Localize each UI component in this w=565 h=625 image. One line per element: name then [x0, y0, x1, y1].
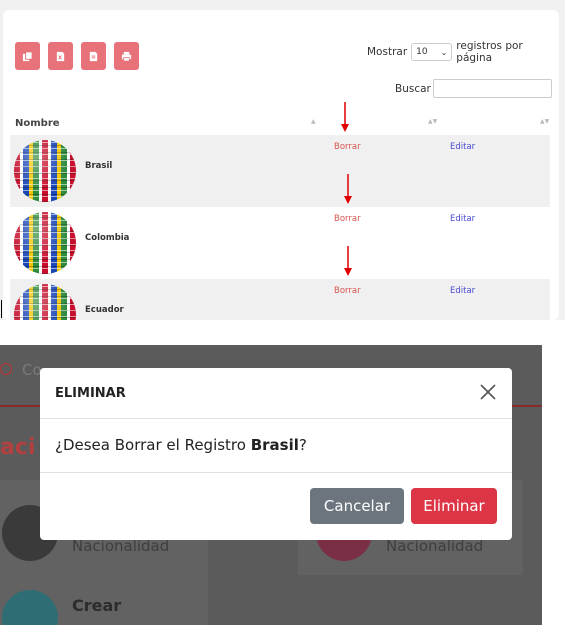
length-prefix: Mostrar	[367, 46, 408, 58]
datatable-panel: Mostrar 10 ⌄ registros por página Buscar…	[0, 0, 565, 320]
column-header-nombre[interactable]: Nombre	[15, 118, 60, 129]
delete-link[interactable]: Borrar	[334, 286, 361, 296]
datatable-card: Mostrar 10 ⌄ registros por página Buscar…	[3, 10, 559, 320]
edit-link[interactable]: Editar	[450, 214, 475, 224]
delete-link[interactable]: Borrar	[334, 214, 361, 224]
modal-title: ELIMINAR	[55, 386, 126, 401]
country-name: Colombia	[85, 233, 130, 243]
cancel-button[interactable]: Cancelar	[310, 488, 404, 524]
edit-link[interactable]: Editar	[450, 142, 475, 152]
close-icon[interactable]	[478, 382, 498, 402]
annotation-arrow-icon	[341, 102, 349, 132]
delete-confirm-modal: ELIMINAR ¿Desea Borrar el Registro Brasi…	[40, 368, 512, 540]
csv-button[interactable]	[81, 42, 106, 70]
table-row: Ecuador Borrar Editar	[10, 279, 550, 320]
copy-button[interactable]	[15, 42, 40, 70]
copy-icon	[22, 50, 33, 61]
sort-icon[interactable]: ▲	[311, 118, 316, 125]
excel-icon	[56, 51, 65, 61]
length-value: 10	[416, 47, 428, 57]
text-cursor	[1, 300, 2, 318]
background-heading: aci	[0, 435, 36, 460]
delete-link[interactable]: Borrar	[334, 142, 361, 152]
edit-link[interactable]: Editar	[450, 286, 475, 296]
table-row: Brasil Borrar Editar	[10, 135, 550, 207]
print-icon	[121, 51, 132, 61]
csv-icon	[89, 51, 98, 61]
modal-message: ¿Desea Borrar el Registro Brasil?	[55, 436, 307, 454]
sort-icon[interactable]: ▲▼	[428, 118, 437, 125]
flags-globe-image	[14, 212, 76, 274]
length-suffix: registros por página	[456, 40, 523, 64]
modal-question-prefix: ¿Desea Borrar el Registro	[55, 436, 251, 454]
length-control: Mostrar 10 ⌄ registros por página	[367, 40, 559, 64]
search-input[interactable]	[433, 79, 552, 98]
annotation-arrow-icon	[344, 246, 352, 276]
table-row: Colombia Borrar Editar	[10, 207, 550, 279]
modal-header-divider	[40, 418, 512, 419]
country-name: Ecuador	[85, 305, 124, 315]
excel-button[interactable]	[48, 42, 73, 70]
delete-button[interactable]: Eliminar	[411, 488, 497, 524]
sort-icon[interactable]: ▲▼	[540, 118, 549, 125]
chevron-down-icon: ⌄	[440, 47, 448, 57]
background-create-label: Crear	[72, 596, 122, 615]
background-window-title: Co	[22, 361, 42, 379]
annotation-arrow-icon	[344, 174, 352, 204]
modal-footer-divider	[40, 472, 512, 473]
modal-question-suffix: ?	[298, 436, 307, 454]
close-circle-icon	[0, 363, 12, 375]
flags-globe-image	[14, 284, 76, 320]
flags-globe-image	[14, 140, 76, 202]
length-select[interactable]: 10 ⌄	[411, 43, 453, 61]
modal-record-name: Brasil	[250, 436, 299, 454]
print-button[interactable]	[114, 42, 139, 70]
search-label: Buscar	[395, 83, 431, 95]
country-name: Brasil	[85, 161, 113, 171]
